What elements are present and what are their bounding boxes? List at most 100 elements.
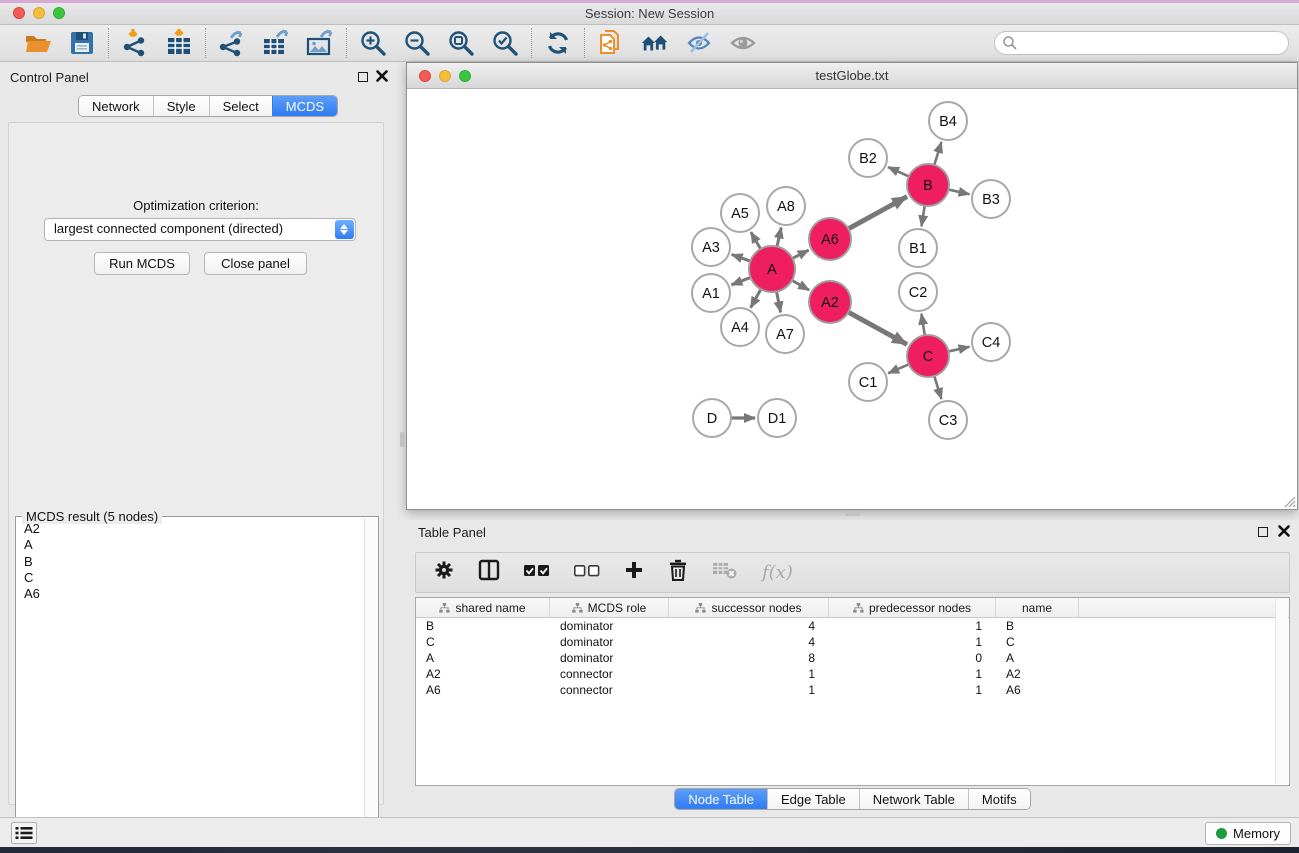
- table-cell[interactable]: 4: [669, 635, 829, 649]
- mcds-result-item[interactable]: B: [17, 554, 363, 570]
- show-column-icon[interactable]: [478, 559, 500, 586]
- graph-node-B2[interactable]: B2: [849, 139, 887, 177]
- import-network-icon[interactable]: [120, 28, 150, 58]
- table-cell[interactable]: 4: [669, 619, 829, 633]
- table-cell[interactable]: B: [996, 619, 1079, 633]
- table-float-icon[interactable]: [1258, 527, 1268, 537]
- select-all-columns-icon[interactable]: [524, 564, 550, 582]
- delete-column-icon[interactable]: [668, 559, 688, 586]
- table-row[interactable]: A6connector11A6: [416, 682, 1289, 698]
- table-cell[interactable]: 1: [829, 619, 996, 633]
- graph-edge-C-C4[interactable]: [948, 347, 969, 352]
- window-resize-grip[interactable]: [1282, 494, 1296, 508]
- column-header-predecessor-nodes[interactable]: predecessor nodes: [829, 598, 996, 617]
- graph-node-C1[interactable]: C1: [849, 363, 887, 401]
- graph-node-B1[interactable]: B1: [899, 229, 937, 267]
- table-cell[interactable]: dominator: [550, 651, 669, 665]
- graph-node-A4[interactable]: A4: [721, 308, 759, 346]
- mcds-result-scrollbar[interactable]: [364, 518, 377, 853]
- optimization-criterion-select[interactable]: largest connected component (directed): [44, 218, 356, 241]
- export-network-icon[interactable]: [217, 28, 247, 58]
- mcds-result-item[interactable]: C: [17, 570, 363, 586]
- graph-node-A5[interactable]: A5: [721, 194, 759, 232]
- graph-node-D1[interactable]: D1: [758, 399, 796, 437]
- table-close-icon[interactable]: [1278, 525, 1290, 537]
- graph-edge-B-B3[interactable]: [948, 190, 969, 195]
- column-header-shared-name[interactable]: shared name: [416, 598, 550, 617]
- network-horizontal-scrollbar[interactable]: [845, 511, 860, 516]
- table-cell[interactable]: 1: [829, 667, 996, 681]
- table-cell[interactable]: A2: [416, 667, 550, 681]
- graph-node-B3[interactable]: B3: [972, 180, 1010, 218]
- table-tab-edge-table[interactable]: Edge Table: [767, 789, 859, 809]
- close-panel-button[interactable]: Close panel: [204, 252, 307, 275]
- refresh-icon[interactable]: [543, 28, 573, 58]
- import-table-icon[interactable]: [164, 28, 194, 58]
- table-cell[interactable]: A: [416, 651, 550, 665]
- export-image-icon[interactable]: [305, 28, 335, 58]
- maximize-window-button[interactable]: [53, 7, 65, 19]
- table-cell[interactable]: 1: [669, 683, 829, 697]
- column-header-name[interactable]: name: [996, 598, 1079, 617]
- graph-edge-A-A3[interactable]: [732, 254, 751, 261]
- graph-node-B4[interactable]: B4: [929, 102, 967, 140]
- save-session-icon[interactable]: [67, 28, 97, 58]
- eye-icon[interactable]: [728, 28, 758, 58]
- control-tab-select[interactable]: Select: [209, 96, 272, 116]
- create-column-icon[interactable]: [624, 560, 644, 585]
- graph-node-D[interactable]: D: [693, 399, 731, 437]
- graph-node-A[interactable]: A: [749, 246, 795, 292]
- table-cell[interactable]: 1: [829, 635, 996, 649]
- table-cell[interactable]: dominator: [550, 619, 669, 633]
- graph-edge-C-C1[interactable]: [888, 364, 909, 373]
- table-row[interactable]: Bdominator41B: [416, 618, 1289, 634]
- close-panel-icon[interactable]: [376, 70, 388, 82]
- graph-edge-A-A7[interactable]: [777, 292, 781, 313]
- graph-edge-C-C2[interactable]: [921, 314, 924, 336]
- close-window-button[interactable]: [13, 7, 25, 19]
- table-cell[interactable]: B: [416, 619, 550, 633]
- zoom-out-icon[interactable]: [402, 28, 432, 58]
- export-table-icon[interactable]: [261, 28, 291, 58]
- delete-table-icon[interactable]: [712, 560, 738, 585]
- table-row[interactable]: Adominator80A: [416, 650, 1289, 666]
- table-cell[interactable]: dominator: [550, 635, 669, 649]
- graph-node-C3[interactable]: C3: [929, 401, 967, 439]
- network-vertical-scrollbar[interactable]: [400, 432, 405, 447]
- function-builder-icon[interactable]: f(x): [762, 562, 793, 583]
- unselect-all-columns-icon[interactable]: [574, 564, 600, 582]
- float-panel-icon[interactable]: [358, 72, 368, 82]
- column-header-successor-nodes[interactable]: successor nodes: [669, 598, 829, 617]
- column-header-MCDS-role[interactable]: MCDS role: [550, 598, 669, 617]
- graph-edge-A-A1[interactable]: [731, 277, 750, 285]
- graph-edge-B-B2[interactable]: [888, 167, 909, 176]
- control-tab-mcds[interactable]: MCDS: [272, 96, 337, 116]
- mcds-result-item[interactable]: A6: [17, 586, 363, 602]
- table-cell[interactable]: 1: [829, 683, 996, 697]
- minimize-window-button[interactable]: [33, 7, 45, 19]
- graph-node-A8[interactable]: A8: [767, 187, 805, 225]
- graph-edge-A-A8[interactable]: [777, 227, 781, 246]
- graph-node-A6[interactable]: A6: [809, 218, 851, 260]
- network-maximize-button[interactable]: [459, 70, 471, 82]
- table-cell[interactable]: C: [996, 635, 1079, 649]
- table-row[interactable]: Cdominator41C: [416, 634, 1289, 650]
- zoom-in-icon[interactable]: [358, 28, 388, 58]
- table-cell[interactable]: A6: [996, 683, 1079, 697]
- run-mcds-button[interactable]: Run MCDS: [94, 252, 190, 275]
- graph-node-A1[interactable]: A1: [692, 274, 730, 312]
- table-cell[interactable]: C: [416, 635, 550, 649]
- network-canvas[interactable]: B4B2BB3A5A8A6B1A3AC2A1A2A4A7C4CC1C3DD1: [407, 89, 1297, 509]
- graph-node-C2[interactable]: C2: [899, 273, 937, 311]
- graph-edge-A-A2[interactable]: [792, 280, 809, 290]
- graph-node-B[interactable]: B: [907, 164, 949, 206]
- table-cell[interactable]: A: [996, 651, 1079, 665]
- network-minimize-button[interactable]: [439, 70, 451, 82]
- graph-node-A2[interactable]: A2: [809, 281, 851, 323]
- graph-edge-C-C3[interactable]: [934, 376, 941, 399]
- table-cell[interactable]: 1: [669, 667, 829, 681]
- graph-edge-A-A4[interactable]: [751, 289, 761, 308]
- table-cell[interactable]: connector: [550, 683, 669, 697]
- graph-edge-B-B4[interactable]: [934, 142, 941, 165]
- table-tab-motifs[interactable]: Motifs: [968, 789, 1030, 809]
